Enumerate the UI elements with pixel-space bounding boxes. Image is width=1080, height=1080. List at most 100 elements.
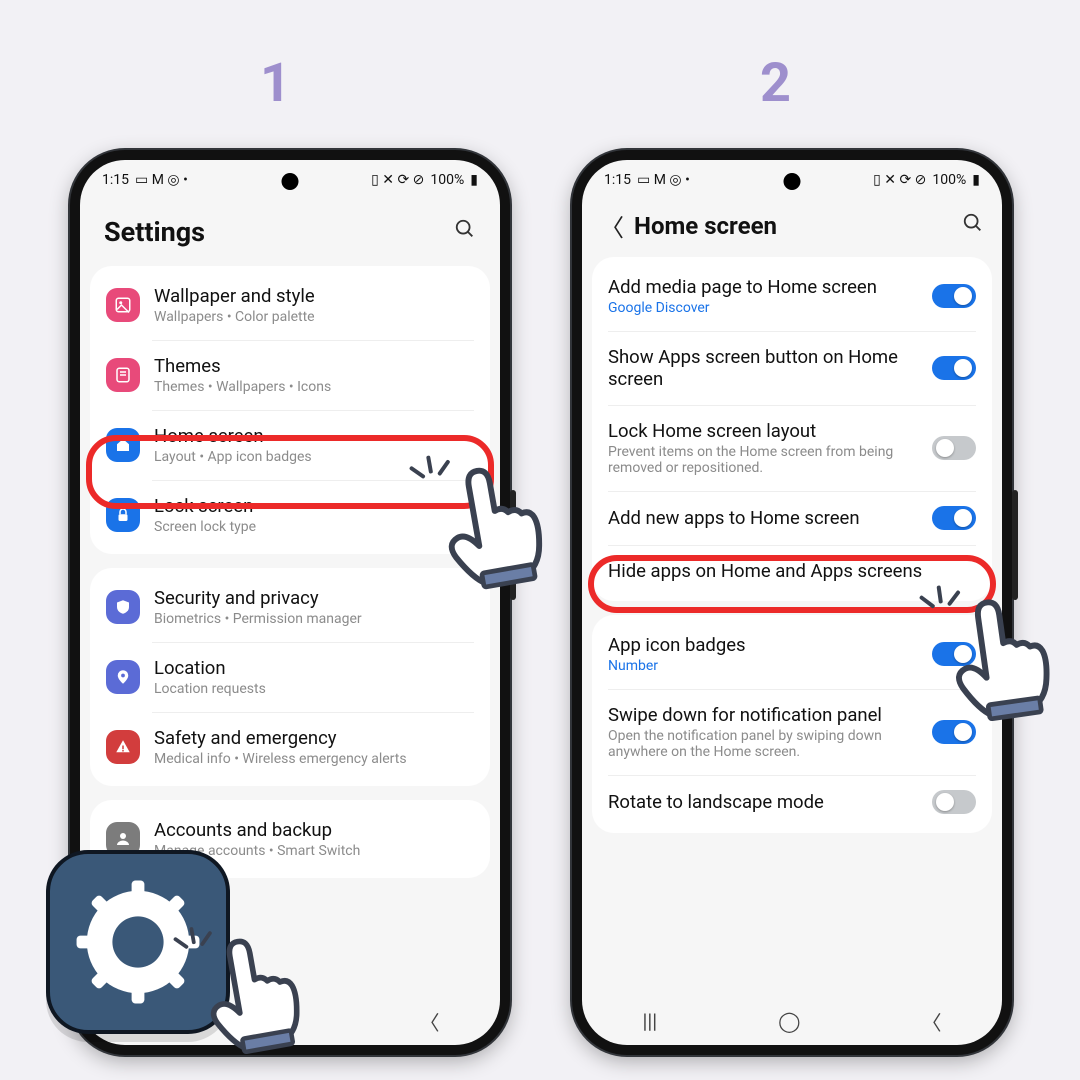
toggle-row[interactable]: Rotate to landscape mode <box>592 775 992 829</box>
settings-row-safety[interactable]: Safety and emergencyMedical info • Wirel… <box>90 712 490 782</box>
row-title: Security and privacy <box>154 587 362 609</box>
settings-row-home[interactable]: Home screenLayout • App icon badges <box>90 410 490 480</box>
header-row: Settings <box>80 194 500 266</box>
row-subtitle: Prevent items on the Home screen from be… <box>608 444 918 476</box>
page-title: Home screen <box>634 212 777 240</box>
toggle-knob <box>936 439 954 457</box>
settings-app-icon[interactable] <box>46 850 230 1034</box>
header-row: 〈 Home screen <box>582 194 1002 257</box>
row-subtitle: Open the notification panel by swiping d… <box>608 728 918 760</box>
row-title: Add new apps to Home screen <box>608 507 918 529</box>
step-number-1: 1 <box>260 52 291 115</box>
toggle-row[interactable]: App icon badges Number <box>592 619 992 689</box>
home-screen-settings-list: Add media page to Home screenGoogle Disc… <box>582 257 1002 997</box>
toggle-row[interactable]: Swipe down for notification panelOpen th… <box>592 689 992 775</box>
nav-home-icon[interactable]: ◯ <box>778 1009 800 1033</box>
row-subtitle: Layout • App icon badges <box>154 449 312 465</box>
toggle-switch[interactable] <box>932 506 976 530</box>
row-text: Rotate to landscape mode <box>608 791 918 813</box>
toggle-switch[interactable] <box>932 436 976 460</box>
toggle-knob <box>954 359 972 377</box>
nav-back-icon[interactable]: 〈 <box>922 1007 942 1036</box>
row-title: Rotate to landscape mode <box>608 791 918 813</box>
row-text: Home screenLayout • App icon badges <box>154 425 312 465</box>
toggle-knob <box>954 287 972 305</box>
row-title: Add media page to Home screen <box>608 276 918 298</box>
home-icon <box>106 428 140 462</box>
toggle-switch[interactable] <box>932 790 976 814</box>
settings-group: Security and privacyBiometrics • Permiss… <box>90 568 490 786</box>
settings-row-location[interactable]: Location Location requests <box>90 642 490 712</box>
row-title: Show Apps screen button on Home screen <box>608 346 918 390</box>
status-time: 1:15 <box>102 172 129 188</box>
toggle-row[interactable]: Add media page to Home screenGoogle Disc… <box>592 261 992 331</box>
status-right-icons: ▯ ✕ ⟳ ⊘ <box>873 172 926 188</box>
row-subtitle: Number <box>608 658 918 674</box>
phone-frame-2: 1:15 ▭ M ◎ • ▯ ✕ ⟳ ⊘ 100% ▮ 〈 Home scree… <box>572 150 1012 1055</box>
search-icon[interactable] <box>962 212 984 240</box>
step-number-2: 2 <box>760 52 791 115</box>
row-text: Lock Home screen layoutPrevent items on … <box>608 420 918 476</box>
tutorial-stage: 1 2 1:15 ▭ M ◎ • ▯ ✕ ⟳ ⊘ 100% ▮ Settings <box>0 0 1080 1080</box>
row-text: Swipe down for notification panelOpen th… <box>608 704 918 760</box>
row-text: Safety and emergencyMedical info • Wirel… <box>154 727 407 767</box>
row-subtitle: Location requests <box>154 681 266 697</box>
row-text: Security and privacyBiometrics • Permiss… <box>154 587 362 627</box>
search-icon[interactable] <box>454 218 476 246</box>
settings-row-themes[interactable]: ThemesThemes • Wallpapers • Icons <box>90 340 490 410</box>
status-battery: 100% <box>430 172 464 188</box>
camera-notch <box>282 173 299 190</box>
status-time: 1:15 <box>604 172 631 188</box>
row-text: Show Apps screen button on Home screen <box>608 346 918 390</box>
toggle-row[interactable]: Lock Home screen layoutPrevent items on … <box>592 405 992 491</box>
settings-group: Add media page to Home screenGoogle Disc… <box>592 257 992 601</box>
nav-recent-icon[interactable]: ||| <box>642 1009 657 1033</box>
status-left-icons: ▭ M ◎ • <box>135 172 188 188</box>
location-icon <box>106 660 140 694</box>
row-text: App icon badges Number <box>608 634 918 674</box>
wallpaper-icon <box>106 288 140 322</box>
nav-bar: ||| ◯ 〈 <box>582 997 1002 1045</box>
toggle-knob <box>954 723 972 741</box>
status-left-icons: ▭ M ◎ • <box>637 172 690 188</box>
toggle-switch[interactable] <box>932 356 976 380</box>
row-subtitle: Screen lock type <box>154 519 256 535</box>
toggle-switch[interactable] <box>932 720 976 744</box>
settings-row-security[interactable]: Security and privacyBiometrics • Permiss… <box>90 572 490 642</box>
camera-notch <box>784 173 801 190</box>
row-text: Lock screenScreen lock type <box>154 495 256 535</box>
toggle-row[interactable]: Show Apps screen button on Home screen <box>592 331 992 405</box>
row-title: Hide apps on Home and Apps screens <box>608 560 976 582</box>
row-subtitle: Themes • Wallpapers • Icons <box>154 379 331 395</box>
toggle-switch[interactable] <box>932 642 976 666</box>
status-battery: 100% <box>932 172 966 188</box>
toggle-switch[interactable] <box>932 284 976 308</box>
toggle-row[interactable]: Add new apps to Home screen <box>592 491 992 545</box>
row-text: Add new apps to Home screen <box>608 507 918 529</box>
settings-group: App icon badges Number Swipe down for noti… <box>592 615 992 833</box>
row-text: ThemesThemes • Wallpapers • Icons <box>154 355 331 395</box>
battery-icon: ▮ <box>972 172 980 188</box>
back-icon[interactable]: 〈 <box>600 208 624 243</box>
row-title: Safety and emergency <box>154 727 407 749</box>
row-text: Add media page to Home screenGoogle Disc… <box>608 276 918 316</box>
toggle-knob <box>954 509 972 527</box>
row-title: App icon badges <box>608 634 918 656</box>
nav-back-icon[interactable]: 〈 <box>420 1007 440 1036</box>
security-icon <box>106 590 140 624</box>
row-text: Hide apps on Home and Apps screens <box>608 560 976 582</box>
row-text: Wallpaper and styleWallpapers • Color pa… <box>154 285 315 325</box>
lock-icon <box>106 498 140 532</box>
settings-row-lock[interactable]: Lock screenScreen lock type <box>90 480 490 550</box>
battery-icon: ▮ <box>470 172 478 188</box>
settings-row-wallpaper[interactable]: Wallpaper and styleWallpapers • Color pa… <box>90 270 490 340</box>
row-title: Accounts and backup <box>154 819 360 841</box>
row-title: Lock Home screen layout <box>608 420 918 442</box>
status-right-icons: ▯ ✕ ⟳ ⊘ <box>371 172 424 188</box>
page-title: Settings <box>104 216 205 248</box>
nav-home-icon[interactable]: ◯ <box>276 1009 298 1033</box>
toggle-row[interactable]: Hide apps on Home and Apps screens <box>592 545 992 597</box>
gear-icon <box>74 878 202 1006</box>
row-title: Location <box>154 657 266 679</box>
row-text: Location Location requests <box>154 657 266 697</box>
